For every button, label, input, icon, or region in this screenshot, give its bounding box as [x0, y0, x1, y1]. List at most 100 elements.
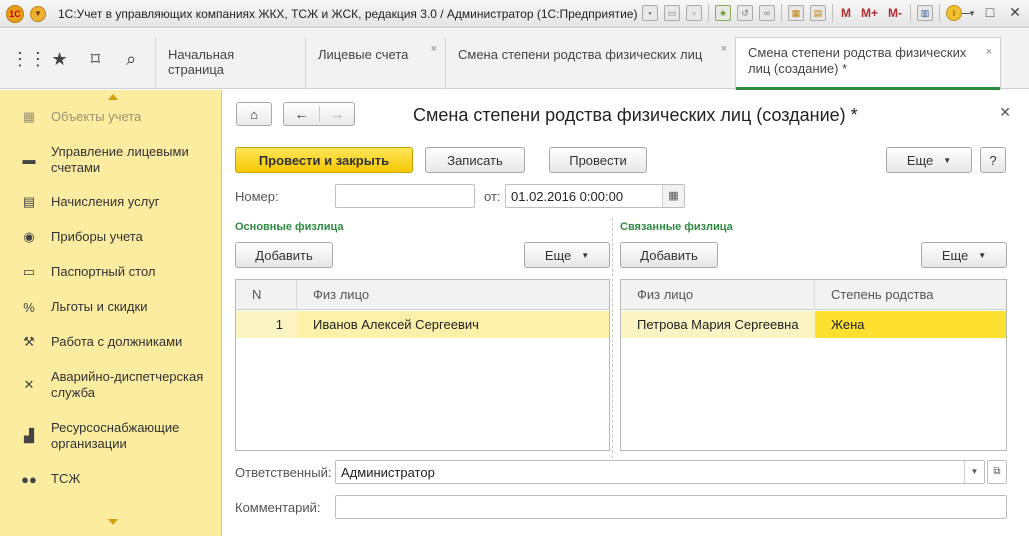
- forward-arrow-icon[interactable]: →: [320, 106, 354, 122]
- tab-label: Лицевые счета: [318, 47, 409, 62]
- sidebar-item-debtors[interactable]: ⚒ Работа с должниками: [0, 334, 222, 350]
- sidebar-item-emergency[interactable]: ✕ Аварийно-диспетчерская служба: [0, 369, 222, 401]
- memory-minus-button[interactable]: M-: [886, 6, 904, 20]
- main-menu-icon[interactable]: ▼: [30, 5, 46, 22]
- date-field[interactable]: 01.02.2016 0:00:00 ▦: [505, 184, 685, 208]
- sidebar-item-passport[interactable]: ▭ Паспортный стол: [0, 264, 222, 280]
- save-icon[interactable]: ▪: [642, 5, 658, 21]
- maximize-icon[interactable]: □: [981, 4, 999, 20]
- comment-label: Комментарий:: [235, 500, 321, 515]
- accounts-icon: ▬: [22, 152, 36, 167]
- section-divider: [612, 218, 613, 458]
- favorites-star-icon[interactable]: ★: [47, 49, 73, 70]
- column-header-n[interactable]: N: [236, 280, 297, 310]
- close-form-icon[interactable]: ✕: [999, 104, 1011, 121]
- sidebar-item-hoa[interactable]: ●● ТСЖ: [0, 471, 222, 487]
- table-row[interactable]: 1 Иванов Алексей Сергеевич: [236, 311, 609, 338]
- minimize-icon[interactable]: –: [957, 4, 975, 20]
- sidebar-item-account-management[interactable]: ▬ Управление лицевыми счетами: [0, 144, 222, 176]
- date-value: 01.02.2016 0:00:00: [511, 189, 624, 204]
- column-header-relation[interactable]: Степень родства: [815, 280, 1006, 310]
- main-persons-table[interactable]: N Физ лицо 1 Иванов Алексей Сергеевич: [235, 279, 610, 451]
- close-icon[interactable]: ×: [986, 44, 992, 60]
- dropdown-icon: ▼: [581, 250, 590, 260]
- related-persons-section-title: Связанные физлица: [620, 221, 733, 233]
- responsible-value: Администратор: [341, 465, 435, 480]
- column-header-person[interactable]: Физ лицо: [621, 280, 815, 310]
- date-label: от:: [484, 189, 501, 204]
- nav-icons: ⋮⋮ ★ ⌑ ⌕: [0, 29, 155, 89]
- number-field[interactable]: [335, 184, 475, 208]
- sidebar-item-benefits[interactable]: % Льготы и скидки: [0, 299, 222, 315]
- history-icon[interactable]: ⌑: [82, 49, 108, 70]
- more-label: Еще: [544, 247, 572, 263]
- open-icon[interactable]: ⧉: [987, 460, 1007, 484]
- memory-plus-button[interactable]: M+: [859, 6, 880, 20]
- calendar-icon[interactable]: ▤: [810, 5, 826, 21]
- calculator-icon[interactable]: ▦: [788, 5, 804, 21]
- related-persons-more-button[interactable]: Еще ▼: [921, 242, 1007, 268]
- row-relation[interactable]: Жена: [815, 311, 1006, 338]
- main-persons-more-button[interactable]: Еще ▼: [524, 242, 610, 268]
- gavel-icon: ⚒: [23, 334, 35, 349]
- sidebar-item-charges[interactable]: ▤ Начисления услуг: [0, 194, 222, 210]
- row-number: 1: [275, 317, 283, 332]
- scroll-up-icon[interactable]: [108, 94, 118, 100]
- table-header: N Физ лицо: [236, 280, 609, 310]
- post-and-close-button[interactable]: Провести и закрыть: [235, 147, 413, 173]
- tab-label: Смена степени родства физических лиц (со…: [748, 45, 967, 76]
- row-person[interactable]: Петрова Мария Сергеевна: [621, 311, 815, 338]
- table-header: Физ лицо Степень родства: [621, 280, 1006, 310]
- memory-button[interactable]: M: [839, 6, 853, 20]
- sidebar: ▦ Объекты учета ▬ Управление лицевыми сч…: [0, 90, 222, 536]
- sidebar-item-objects[interactable]: ▦ Объекты учета: [0, 109, 222, 125]
- preview-icon[interactable]: ▫: [686, 5, 702, 21]
- panel-layout-icon[interactable]: ▥: [917, 5, 934, 21]
- people-icon: ●●: [21, 471, 37, 487]
- building-icon: ▦: [22, 109, 36, 124]
- related-persons-table[interactable]: Физ лицо Степень родства Петрова Мария С…: [620, 279, 1007, 451]
- percent-icon: %: [23, 299, 35, 315]
- dropdown-icon[interactable]: ▼: [964, 461, 984, 483]
- responsible-field[interactable]: Администратор ▼: [335, 460, 985, 484]
- print-icon[interactable]: ▭: [664, 5, 680, 21]
- toolbar-separator: [708, 4, 709, 22]
- calendar-icon[interactable]: ▦: [662, 185, 684, 207]
- back-arrow-icon[interactable]: ←: [284, 106, 320, 122]
- home-button[interactable]: ⌂: [236, 102, 272, 126]
- dropdown-icon: ▼: [978, 250, 987, 260]
- home-icon: ⌂: [250, 106, 258, 122]
- more-label: Еще: [941, 247, 969, 263]
- close-icon[interactable]: ×: [721, 43, 727, 55]
- toolbar-separator: [910, 4, 912, 22]
- toolbar-separator: [832, 4, 833, 22]
- main-persons-section-title: Основные физлица: [235, 221, 344, 233]
- apps-grid-icon[interactable]: ⋮⋮: [11, 49, 47, 70]
- tab-home[interactable]: Начальная страница: [155, 37, 305, 89]
- table-row[interactable]: Петрова Мария Сергеевна Жена: [621, 311, 1006, 338]
- meter-icon: ◉: [23, 229, 35, 244]
- scroll-down-icon[interactable]: [108, 519, 118, 525]
- favorites-icon[interactable]: ★: [715, 5, 731, 21]
- tab-relation-change-list[interactable]: Смена степени родства физических лиц ×: [445, 37, 735, 89]
- add-related-person-button[interactable]: Добавить: [620, 242, 718, 268]
- help-button[interactable]: ?: [980, 147, 1006, 173]
- close-icon[interactable]: ×: [431, 43, 437, 55]
- add-main-person-button[interactable]: Добавить: [235, 242, 333, 268]
- tab-relation-change-create[interactable]: Смена степени родства физических лиц (со…: [735, 37, 1001, 90]
- link-icon[interactable]: ∞: [759, 5, 775, 21]
- tab-accounts[interactable]: Лицевые счета ×: [305, 37, 445, 89]
- column-header-person[interactable]: Физ лицо: [297, 280, 609, 310]
- more-button[interactable]: Еще ▼: [886, 147, 972, 173]
- passport-icon: ▭: [22, 264, 36, 279]
- close-window-icon[interactable]: ✕: [1006, 4, 1024, 21]
- save-button[interactable]: Записать: [425, 147, 525, 173]
- search-icon[interactable]: ⌕: [118, 49, 144, 70]
- sidebar-item-suppliers[interactable]: ▟ Ресурсоснабжающие организации: [0, 420, 222, 452]
- comment-field[interactable]: [335, 495, 1007, 519]
- post-button[interactable]: Провести: [549, 147, 647, 173]
- history-icon[interactable]: ↺: [737, 5, 753, 21]
- row-person[interactable]: Иванов Алексей Сергеевич: [297, 311, 609, 338]
- sidebar-item-meters[interactable]: ◉ Приборы учета: [0, 229, 222, 245]
- dropdown-icon: ▼: [943, 155, 952, 165]
